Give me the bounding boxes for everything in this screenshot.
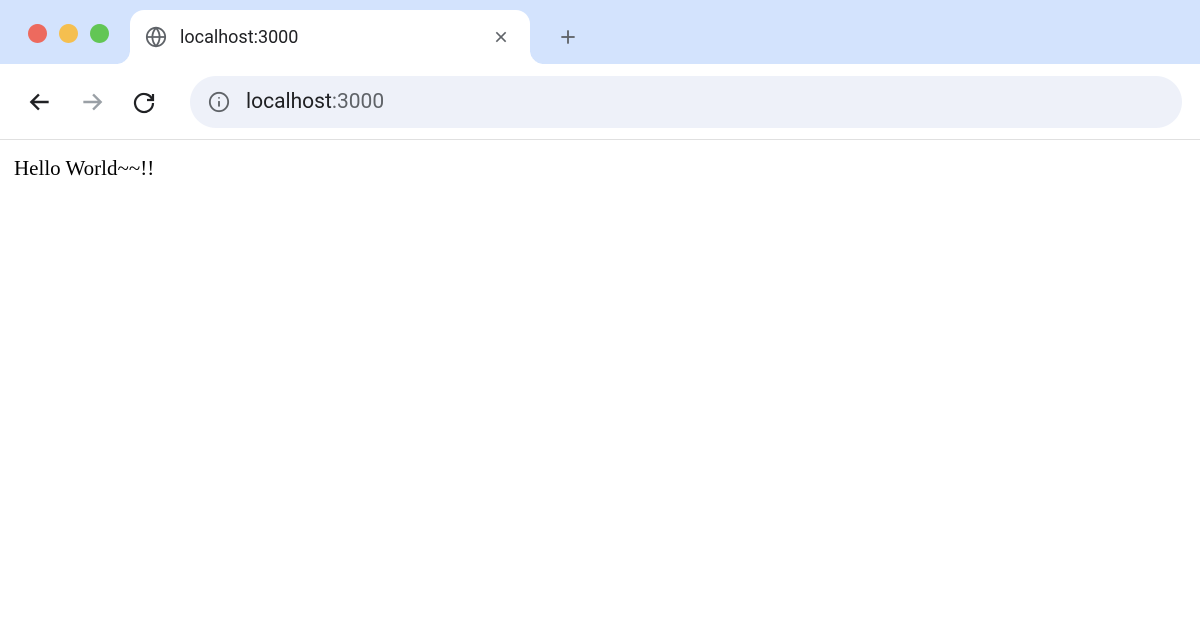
url-host: localhost bbox=[246, 90, 332, 114]
reload-button[interactable] bbox=[122, 80, 166, 124]
browser-toolbar: localhost:3000 bbox=[0, 64, 1200, 140]
close-icon[interactable] bbox=[490, 26, 512, 48]
address-bar[interactable]: localhost:3000 bbox=[190, 76, 1182, 128]
info-icon[interactable] bbox=[208, 91, 230, 113]
page-body-text: Hello World~~!! bbox=[14, 156, 154, 180]
window-close-button[interactable] bbox=[28, 24, 47, 43]
forward-button[interactable] bbox=[70, 80, 114, 124]
window-minimize-button[interactable] bbox=[59, 24, 78, 43]
new-tab-button[interactable] bbox=[548, 17, 588, 57]
tab-strip: localhost:3000 bbox=[0, 0, 1200, 64]
back-button[interactable] bbox=[18, 80, 62, 124]
page-content: Hello World~~!! bbox=[0, 140, 1200, 197]
window-maximize-button[interactable] bbox=[90, 24, 109, 43]
url-display: localhost:3000 bbox=[246, 90, 384, 114]
browser-tab[interactable]: localhost:3000 bbox=[130, 10, 530, 64]
globe-icon bbox=[144, 25, 168, 49]
tab-title: localhost:3000 bbox=[180, 27, 490, 48]
window-controls bbox=[28, 24, 109, 43]
url-port: :3000 bbox=[332, 90, 384, 114]
